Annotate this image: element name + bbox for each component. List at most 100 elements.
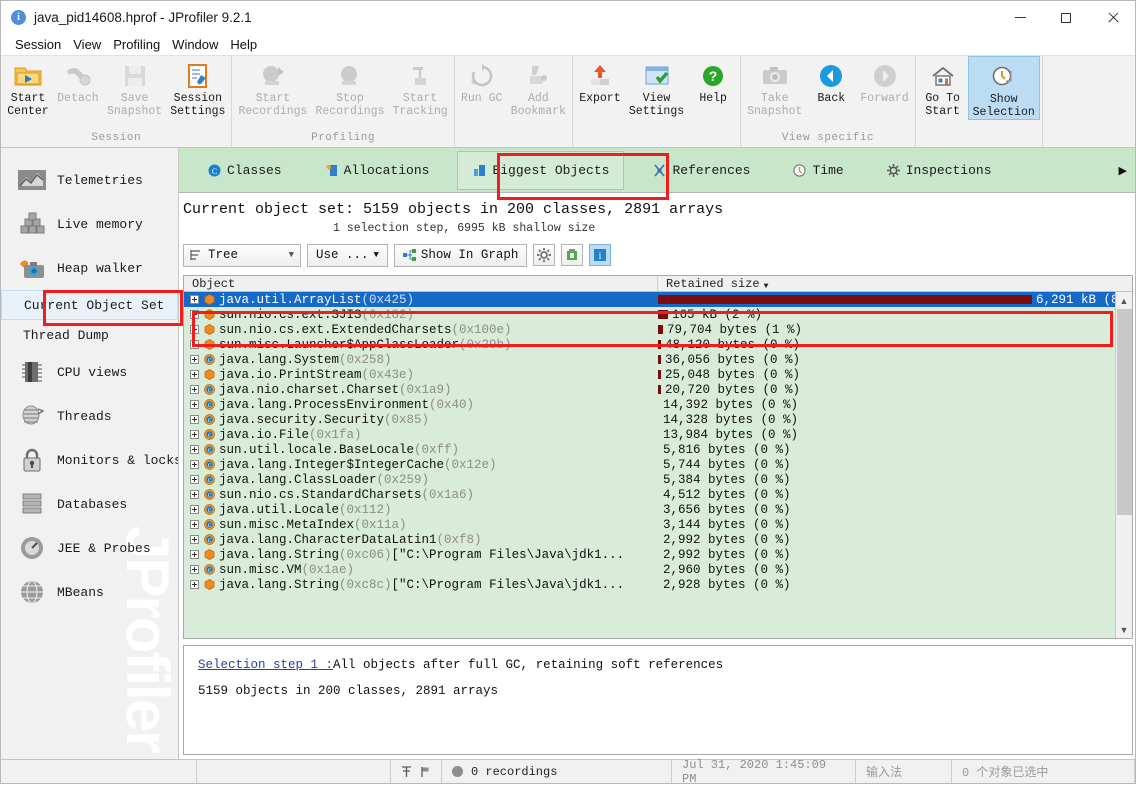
expand-node-icon[interactable] xyxy=(190,295,199,304)
table-row[interactable]: java.util.ArrayList (0x425) 6,291 kB (89 … xyxy=(184,292,1115,307)
expand-node-icon[interactable] xyxy=(190,325,199,334)
expand-node-icon[interactable] xyxy=(190,580,199,589)
expand-node-icon[interactable] xyxy=(190,385,199,394)
tab-biggest-objects[interactable]: Biggest Objects xyxy=(457,150,625,190)
show-selection-button[interactable]: Show Selection xyxy=(967,56,1040,120)
expand-node-icon[interactable] xyxy=(190,415,199,424)
show-in-graph-button[interactable]: Show In Graph xyxy=(393,243,528,267)
scroll-up-arrow-icon[interactable]: ▲ xyxy=(1115,292,1132,309)
expand-node-icon[interactable] xyxy=(190,565,199,574)
tab-references[interactable]: References xyxy=(638,151,764,190)
use-button[interactable]: Use ... ▼ xyxy=(307,243,388,267)
sidebar-item-threads[interactable]: Threads xyxy=(1,394,178,438)
menu-window[interactable]: Window xyxy=(166,35,224,54)
tabs-overflow-chevron-right-icon[interactable]: ▶ xyxy=(1111,164,1135,177)
table-vertical-scrollbar[interactable]: ▲ ▼ xyxy=(1115,292,1132,638)
expand-node-icon[interactable] xyxy=(190,310,199,319)
close-button[interactable] xyxy=(1089,1,1135,34)
table-row[interactable]: Cjava.lang.ProcessEnvironment (0x40) 14,3… xyxy=(184,397,1115,412)
view-settings-button[interactable]: View Settings xyxy=(625,56,688,118)
sidebar-item-cpu-views[interactable]: CPU views xyxy=(1,350,178,394)
minimize-button[interactable] xyxy=(997,1,1043,34)
export-button[interactable]: Export xyxy=(575,56,625,106)
expand-node-icon[interactable] xyxy=(190,460,199,469)
table-row[interactable]: Cjava.nio.charset.Charset (0x1a9) 20,720 … xyxy=(184,382,1115,397)
help-button[interactable]: ? Help xyxy=(688,56,738,106)
table-row[interactable]: sun.nio.cs.ext.ExtendedCharsets (0x100e)… xyxy=(184,322,1115,337)
expand-node-icon[interactable] xyxy=(190,475,199,484)
save-snapshot-button[interactable]: Save Snapshot xyxy=(103,56,166,118)
table-row[interactable]: Csun.util.locale.BaseLocale (0xff) 5,816 … xyxy=(184,442,1115,457)
go-to-start-button[interactable]: Go To Start xyxy=(918,56,968,118)
status-pin-controls[interactable] xyxy=(391,760,442,783)
view-mode-select[interactable]: Tree ▼ xyxy=(183,243,301,267)
start-center-button[interactable]: Start Center xyxy=(3,56,53,118)
table-row[interactable]: Csun.misc.VM (0x1ae) 2,960 bytes (0 %) xyxy=(184,562,1115,577)
tab-allocations[interactable]: Allocations xyxy=(310,151,444,190)
table-row[interactable]: Cjava.lang.System (0x258) 36,056 bytes (0… xyxy=(184,352,1115,367)
view-settings-gear-button[interactable] xyxy=(533,244,556,266)
menu-help[interactable]: Help xyxy=(224,35,263,54)
sidebar-item-live-memory[interactable]: Live memory xyxy=(1,202,178,246)
add-bookmark-small-button[interactable] xyxy=(561,244,584,266)
take-snapshot-button[interactable]: Take Snapshot xyxy=(743,56,806,118)
tab-classes[interactable]: C Classes xyxy=(193,151,296,190)
sidebar-item-databases[interactable]: Databases xyxy=(1,482,178,526)
table-row[interactable]: java.lang.String (0xc8c) ["C:\Program Fi… xyxy=(184,577,1115,592)
sidebar-item-mbeans[interactable]: MBeans xyxy=(1,570,178,614)
table-row[interactable]: Cjava.lang.Integer$IntegerCache (0x12e) 5… xyxy=(184,457,1115,472)
sidebar-item-telemetries[interactable]: Telemetries xyxy=(1,158,178,202)
show-info-button[interactable]: i xyxy=(589,244,612,266)
table-row[interactable]: Cjava.lang.ClassLoader (0x259) 5,384 byte… xyxy=(184,472,1115,487)
pin-icon[interactable] xyxy=(401,765,412,778)
table-row[interactable]: Cjava.util.Locale (0x112) 3,656 bytes (0 … xyxy=(184,502,1115,517)
stop-recordings-button[interactable]: Stop Recordings xyxy=(311,56,388,118)
expand-node-icon[interactable] xyxy=(190,430,199,439)
expand-node-icon[interactable] xyxy=(190,370,199,379)
table-row[interactable]: Csun.nio.cs.StandardCharsets (0x1a6) 4,51… xyxy=(184,487,1115,502)
table-row[interactable]: sun.misc.Launcher$AppClassLoader (0x29b)… xyxy=(184,337,1115,352)
scrollbar-thumb[interactable] xyxy=(1116,309,1132,515)
sidebar-item-heap-walker[interactable]: Heap walker xyxy=(1,246,178,290)
sidebar-item-monitors-locks[interactable]: Monitors & locks xyxy=(1,438,178,482)
scroll-down-arrow-icon[interactable]: ▼ xyxy=(1115,621,1132,638)
start-recordings-button[interactable]: Start Recordings xyxy=(234,56,311,118)
expand-node-icon[interactable] xyxy=(190,445,199,454)
flag-icon[interactable] xyxy=(420,766,431,778)
detach-button[interactable]: Detach xyxy=(53,56,103,106)
expand-node-icon[interactable] xyxy=(190,550,199,559)
table-row[interactable]: sun.nio.cs.ext.SJIS (0x182) 165 kB (2 %) xyxy=(184,307,1115,322)
table-row[interactable]: Cjava.security.Security (0x85) 14,328 byt… xyxy=(184,412,1115,427)
expand-node-icon[interactable] xyxy=(190,520,199,529)
expand-node-icon[interactable] xyxy=(190,340,199,349)
menu-session[interactable]: Session xyxy=(9,35,67,54)
sidebar-item-jee-probes[interactable]: JEE & Probes xyxy=(1,526,178,570)
add-bookmark-button[interactable]: Add Bookmark xyxy=(507,56,570,118)
expand-node-icon[interactable] xyxy=(190,490,199,499)
table-row[interactable]: Csun.misc.MetaIndex (0x11a) 3,144 bytes (… xyxy=(184,517,1115,532)
menu-profiling[interactable]: Profiling xyxy=(107,35,166,54)
column-header-retained-size[interactable]: Retained size ▼ xyxy=(658,276,1132,291)
session-settings-button[interactable]: Session Settings xyxy=(166,56,229,118)
tab-time[interactable]: Time xyxy=(778,151,857,190)
minimize-icon xyxy=(1014,17,1026,18)
expand-node-icon[interactable] xyxy=(190,400,199,409)
table-row[interactable]: Cjava.io.File (0x1fa) 13,984 bytes (0 %) xyxy=(184,427,1115,442)
expand-node-icon[interactable] xyxy=(190,505,199,514)
back-button[interactable]: Back xyxy=(806,56,856,106)
sidebar-item-current-object-set[interactable]: Current Object Set xyxy=(1,290,178,320)
menu-view[interactable]: View xyxy=(67,35,107,54)
table-row[interactable]: java.io.PrintStream (0x43e) 25,048 bytes … xyxy=(184,367,1115,382)
selection-step-link[interactable]: Selection step 1 : xyxy=(198,658,333,672)
forward-button[interactable]: Forward xyxy=(856,56,912,106)
table-row[interactable]: Cjava.lang.CharacterDataLatin1 (0xf8) 2,9… xyxy=(184,532,1115,547)
sidebar-item-thread-dump[interactable]: Thread Dump xyxy=(1,320,178,350)
expand-node-icon[interactable] xyxy=(190,535,199,544)
column-header-object[interactable]: Object xyxy=(184,276,658,291)
expand-node-icon[interactable] xyxy=(190,355,199,364)
start-tracking-button[interactable]: Start Tracking xyxy=(388,56,451,118)
tab-inspections[interactable]: Inspections xyxy=(872,151,1006,190)
run-gc-button[interactable]: Run GC xyxy=(457,56,507,106)
maximize-button[interactable] xyxy=(1043,1,1089,34)
table-row[interactable]: java.lang.String (0xc06) ["C:\Program Fi… xyxy=(184,547,1115,562)
